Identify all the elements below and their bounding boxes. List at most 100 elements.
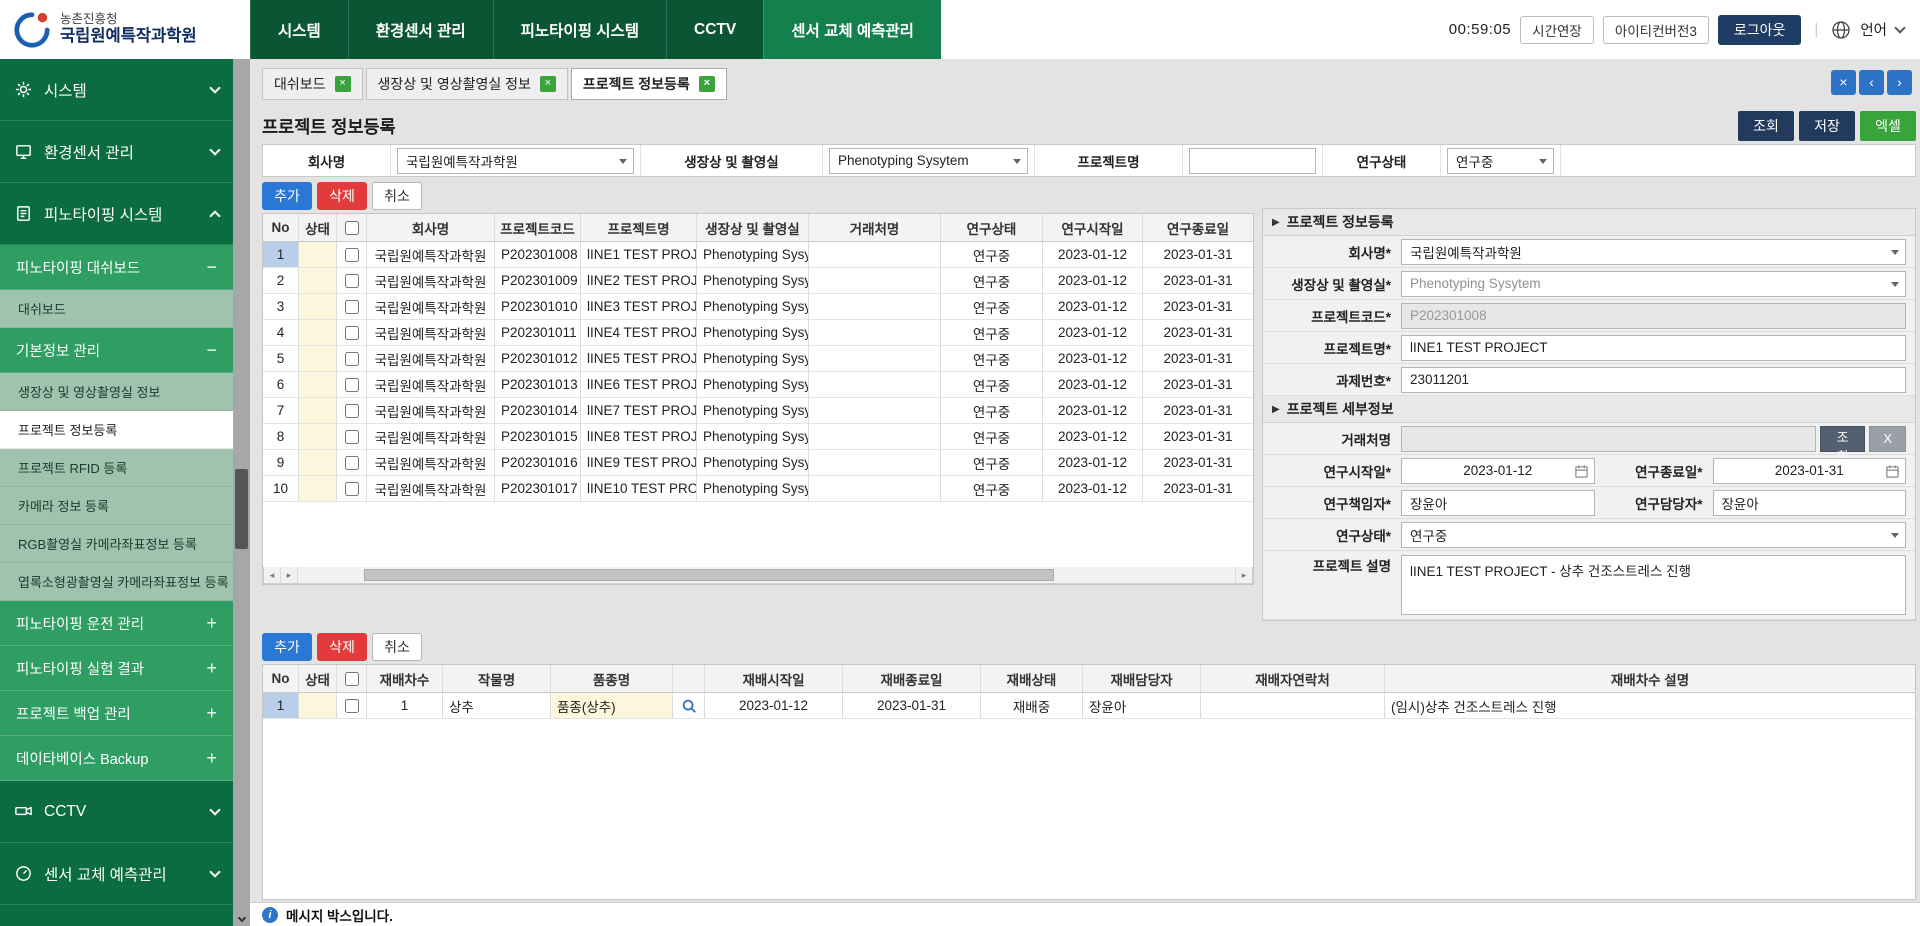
project-name-field[interactable] xyxy=(1401,335,1906,361)
select-all-checkbox[interactable] xyxy=(345,672,359,686)
row-checkbox[interactable] xyxy=(345,378,359,392)
excel-button[interactable]: 엑셀 xyxy=(1860,111,1916,141)
cancel-button[interactable]: 취소 xyxy=(372,182,422,210)
row-checkbox[interactable] xyxy=(345,248,359,262)
scroll-down-arrow[interactable] xyxy=(233,913,250,924)
sidebar-item-chlorophyll-camera-coords[interactable]: 엽록소형광촬영실 카메라좌표정보 등록 xyxy=(0,563,233,601)
expand-icon[interactable]: + xyxy=(206,614,217,632)
tab-dashboard[interactable]: 대쉬보드 × xyxy=(262,68,363,100)
column-header-status[interactable]: 상태 xyxy=(299,214,337,241)
sidebar-section-database-backup[interactable]: 데이타베이스 Backup + xyxy=(0,736,233,781)
sidebar-item-project-registration[interactable]: 프로젝트 정보등록 xyxy=(0,411,233,449)
extend-time-button[interactable]: 시간연장 xyxy=(1520,16,1594,44)
project-name-input[interactable] xyxy=(1189,148,1316,174)
cancel-button[interactable]: 취소 xyxy=(372,633,422,661)
tab-project-registration[interactable]: 프로젝트 정보등록 × xyxy=(571,68,727,100)
nav-system[interactable]: 시스템 xyxy=(250,0,348,59)
save-button[interactable]: 저장 xyxy=(1799,111,1855,141)
scroll-right-arrow[interactable]: ▸ xyxy=(1235,567,1252,583)
column-header-start[interactable]: 재배시작일 xyxy=(705,665,843,692)
tabs-scroll-left-button[interactable]: ‹ xyxy=(1859,70,1884,95)
column-header-order[interactable]: 재배차수 xyxy=(367,665,443,692)
column-header-checkbox[interactable] xyxy=(337,665,367,692)
table-row[interactable]: 8 국립원예특작과학원 P202301015 lINE8 TEST PROJEC… xyxy=(263,424,1253,450)
sidebar-item-env-sensor[interactable]: 환경센서 관리 xyxy=(0,121,233,183)
calendar-icon[interactable] xyxy=(1574,464,1589,479)
cell-search[interactable] xyxy=(673,693,705,718)
table-row[interactable]: 9 국립원예특작과학원 P202301016 lINE9 TEST PROJEC… xyxy=(263,450,1253,476)
horizontal-scrollbar[interactable]: ◂ ▸ ▸ xyxy=(263,567,1253,584)
column-header-contact[interactable]: 재배자연락처 xyxy=(1201,665,1385,692)
sidebar-item-system[interactable]: 시스템 xyxy=(0,59,233,121)
chevron-down-icon[interactable] xyxy=(1894,22,1905,33)
tabs-close-all-button[interactable]: × xyxy=(1831,70,1856,95)
row-checkbox[interactable] xyxy=(345,300,359,314)
detail-status-select[interactable]: 연구중 xyxy=(1401,522,1906,548)
column-header-variety[interactable]: 품종명 xyxy=(551,665,673,692)
account-button[interactable]: 아이티컨버전3 xyxy=(1603,16,1709,44)
column-header-rstatus[interactable]: 연구상태 xyxy=(941,214,1043,241)
row-checkbox[interactable] xyxy=(345,456,359,470)
sidebar-section-phenotyping-dashboard[interactable]: 피노타이핑 대쉬보드 − xyxy=(0,245,233,290)
nav-phenotyping[interactable]: 피노타이핑 시스템 xyxy=(493,0,666,59)
delete-button[interactable]: 삭제 xyxy=(317,182,367,210)
column-header-company[interactable]: 회사명 xyxy=(367,214,495,241)
expand-icon[interactable]: + xyxy=(206,659,217,677)
row-checkbox[interactable] xyxy=(345,482,359,496)
table-row[interactable]: 4 국립원예특작과학원 P202301011 lINE4 TEST PROJEC… xyxy=(263,320,1253,346)
search-button[interactable]: 조회 xyxy=(1738,111,1794,141)
table-row[interactable]: 2 국립원예특작과학원 P202301009 lINE2 TEST PROJEC… xyxy=(263,268,1253,294)
detail-company-select[interactable]: 국립원예특작과학원 xyxy=(1401,239,1906,265)
end-date-input[interactable] xyxy=(1713,458,1907,484)
language-selector[interactable]: 언어 xyxy=(1860,19,1887,40)
calendar-icon[interactable] xyxy=(1885,464,1900,479)
table-row[interactable]: 3 국립원예특작과학원 P202301010 lINE3 TEST PROJEC… xyxy=(263,294,1253,320)
column-header-cstatus[interactable]: 재배상태 xyxy=(981,665,1083,692)
row-checkbox[interactable] xyxy=(345,430,359,444)
column-header-no[interactable]: No xyxy=(263,214,299,241)
logout-button[interactable]: 로그아웃 xyxy=(1718,15,1802,45)
sidebar-item-cctv[interactable]: CCTV xyxy=(0,781,233,843)
chamber-select[interactable]: Phenotyping Sysytem xyxy=(829,148,1028,174)
nav-cctv[interactable]: CCTV xyxy=(666,0,763,59)
scrollbar-thumb[interactable] xyxy=(364,569,1054,581)
sidebar-item-chamber-info[interactable]: 생장상 및 영상촬영실 정보 xyxy=(0,373,233,411)
add-button[interactable]: 추가 xyxy=(262,633,312,661)
sidebar-item-project-rfid[interactable]: 프로젝트 RFID 등록 xyxy=(0,449,233,487)
row-checkbox[interactable] xyxy=(345,274,359,288)
sidebar-scrollbar[interactable] xyxy=(233,59,250,926)
row-checkbox[interactable] xyxy=(345,404,359,418)
delete-button[interactable]: 삭제 xyxy=(317,633,367,661)
column-header-end[interactable]: 연구종료일 xyxy=(1143,214,1253,241)
table-row[interactable]: 1 1 상추 품종(상추) 2023-01-12 2023-01-31 재배중 … xyxy=(263,693,1915,719)
table-row[interactable]: 1 국립원예특작과학원 P202301008 lINE1 TEST PROJEC… xyxy=(263,242,1253,268)
scroll-left-arrow[interactable]: ◂ xyxy=(264,567,281,583)
row-checkbox[interactable] xyxy=(345,326,359,340)
tab-chamber-info[interactable]: 생장상 및 영상촬영실 정보 × xyxy=(366,68,568,100)
column-header-desc[interactable]: 재배차수 설명 xyxy=(1385,665,1915,692)
task-number-input[interactable] xyxy=(1401,367,1906,393)
sidebar-item-rgb-camera-coords[interactable]: RGB촬영실 카메라좌표정보 등록 xyxy=(0,525,233,563)
column-header-no[interactable]: No xyxy=(263,665,299,692)
sidebar-item-phenotyping[interactable]: 피노타이핑 시스템 xyxy=(0,183,233,245)
table-row[interactable]: 10 국립원예특작과학원 P202301017 lINE10 TEST PROJ… xyxy=(263,476,1253,502)
column-header-name[interactable]: 프로젝트명 xyxy=(581,214,697,241)
column-header-crop[interactable]: 작물명 xyxy=(443,665,551,692)
sidebar-item-camera-info[interactable]: 카메라 정보 등록 xyxy=(0,487,233,525)
column-header-end[interactable]: 재배종료일 xyxy=(843,665,981,692)
row-checkbox[interactable] xyxy=(345,699,359,713)
company-select[interactable]: 국립원예특작과학원 xyxy=(397,148,634,174)
column-header-start[interactable]: 연구시작일 xyxy=(1043,214,1143,241)
expand-icon[interactable]: + xyxy=(206,704,217,722)
column-header-code[interactable]: 프로젝트코드 xyxy=(495,214,581,241)
sidebar-item-dashboard[interactable]: 대쉬보드 xyxy=(0,290,233,328)
column-header-manager[interactable]: 재배담당자 xyxy=(1083,665,1201,692)
search-icon[interactable] xyxy=(681,698,697,714)
nav-env-sensor[interactable]: 환경센서 관리 xyxy=(348,0,493,59)
scrollbar-thumb[interactable] xyxy=(235,469,248,549)
client-clear-button[interactable]: X xyxy=(1869,426,1906,452)
nav-sensor-replace[interactable]: 센서 교체 예측관리 xyxy=(763,0,941,59)
tab-close-icon[interactable]: × xyxy=(699,76,715,92)
table-row[interactable]: 6 국립원예특작과학원 P202301013 lINE6 TEST PROJEC… xyxy=(263,372,1253,398)
tabs-scroll-right-button[interactable]: › xyxy=(1887,70,1912,95)
